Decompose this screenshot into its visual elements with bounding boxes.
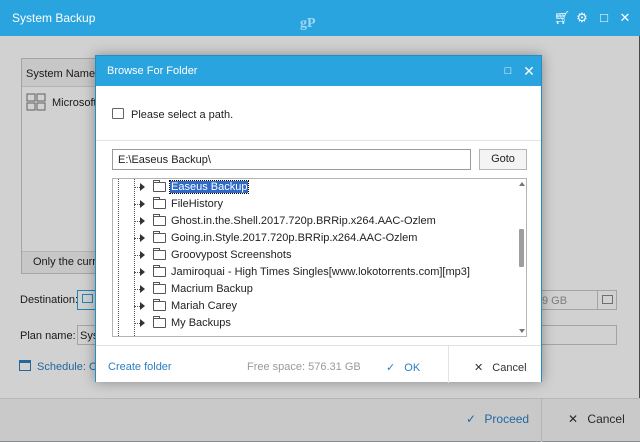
settings-icon[interactable]: ⚙: [573, 9, 591, 27]
dialog-titlebar: Browse For Folder □ ✕: [96, 56, 541, 86]
folder-name: Ghost.in.the.Shell.2017.720p.BRRip.x264.…: [171, 215, 436, 227]
ok-button[interactable]: ✓ OK: [386, 361, 420, 374]
expand-arrow-icon[interactable]: [140, 319, 145, 327]
folder-name: FileHistory: [171, 198, 223, 210]
dialog-cancel-label: Cancel: [492, 362, 527, 374]
tree-scrollbar[interactable]: [518, 179, 526, 336]
folder-icon: [153, 316, 166, 328]
expand-arrow-icon[interactable]: [140, 234, 145, 242]
close-icon[interactable]: ✕: [616, 9, 634, 27]
expand-arrow-icon[interactable]: [140, 285, 145, 293]
expand-arrow-icon[interactable]: [140, 200, 145, 208]
folder-name: Jamiroquai - High Times Singles[www.loko…: [171, 266, 470, 278]
tree-row[interactable]: Easeus Backup: [113, 179, 513, 196]
folder-icon: [153, 197, 166, 209]
folder-name: Macrium Backup: [171, 283, 253, 295]
folder-icon: [153, 214, 166, 226]
goto-button[interactable]: Goto: [479, 149, 527, 170]
dialog-maximize-icon[interactable]: □: [499, 62, 517, 80]
expand-arrow-icon[interactable]: [140, 183, 145, 191]
folder-name: Going.in.Style.2017.720p.BRRip.x264.AAC-…: [171, 232, 418, 244]
main-titlebar: System Backup gP 🛒︎ ⚙ □ ✕: [0, 0, 640, 36]
expand-arrow-icon[interactable]: [140, 251, 145, 259]
scroll-down-icon[interactable]: [519, 329, 525, 333]
footer-divider: [448, 346, 449, 383]
path-input[interactable]: [112, 149, 471, 170]
maximize-icon[interactable]: □: [595, 9, 613, 27]
check-icon: ✓: [386, 362, 396, 374]
tree-row[interactable]: Ghost.in.the.Shell.2017.720p.BRRip.x264.…: [113, 213, 513, 230]
main-window-title: System Backup: [12, 11, 96, 25]
tree-row[interactable]: FileHistory: [113, 196, 513, 213]
dialog-footer: Create folder Free space: 576.31 GB ✓ OK…: [96, 345, 541, 383]
dialog-close-icon[interactable]: ✕: [520, 62, 538, 80]
browse-folder-dialog: Browse For Folder □ ✕ Please select a pa…: [95, 55, 542, 383]
tree-row[interactable]: My Backups: [113, 315, 513, 332]
folder-icon: [153, 265, 166, 277]
folder-name: Groovypost Screenshots: [171, 249, 292, 261]
dialog-prompt: Please select a path.: [131, 109, 234, 121]
folder-icon: [153, 282, 166, 294]
tree-row[interactable]: Macrium Backup: [113, 281, 513, 298]
tree-row[interactable]: Groovypost Screenshots: [113, 247, 513, 264]
scroll-thumb[interactable]: [519, 229, 524, 267]
folder-name: Mariah Carey: [171, 300, 238, 312]
dialog-cancel-button[interactable]: ✕ Cancel: [474, 361, 527, 374]
folder-name: My Backups: [171, 317, 231, 329]
tree-row[interactable]: Going.in.Style.2017.720p.BRRip.x264.AAC-…: [113, 230, 513, 247]
dialog-divider: [96, 140, 541, 141]
cancel-x-icon: ✕: [474, 362, 484, 374]
expand-arrow-icon[interactable]: [140, 302, 145, 310]
folder-icon: [153, 299, 166, 311]
tree-row[interactable]: Jamiroquai - High Times Singles[www.loko…: [113, 264, 513, 281]
folder-icon: [153, 180, 166, 192]
cart-icon[interactable]: 🛒︎: [553, 9, 571, 27]
dialog-title: Browse For Folder: [107, 65, 198, 77]
folder-name: Easeus Backup: [168, 180, 250, 194]
ok-label: OK: [404, 362, 421, 374]
tree-row[interactable]: Mariah Carey: [113, 298, 513, 315]
expand-arrow-icon[interactable]: [140, 268, 145, 276]
folder-tree[interactable]: Easeus Backup FileHistory Ghost.in.the.S…: [112, 178, 527, 337]
free-space-text: Free space: 576.31 GB: [247, 361, 361, 373]
folder-icon: [153, 231, 166, 243]
watermark-logo: gP: [300, 16, 316, 31]
folder-icon: [153, 248, 166, 260]
folder-search-icon: [112, 108, 124, 119]
create-folder-link[interactable]: Create folder: [108, 361, 172, 373]
scroll-up-icon[interactable]: [519, 182, 525, 186]
expand-arrow-icon[interactable]: [140, 217, 145, 225]
